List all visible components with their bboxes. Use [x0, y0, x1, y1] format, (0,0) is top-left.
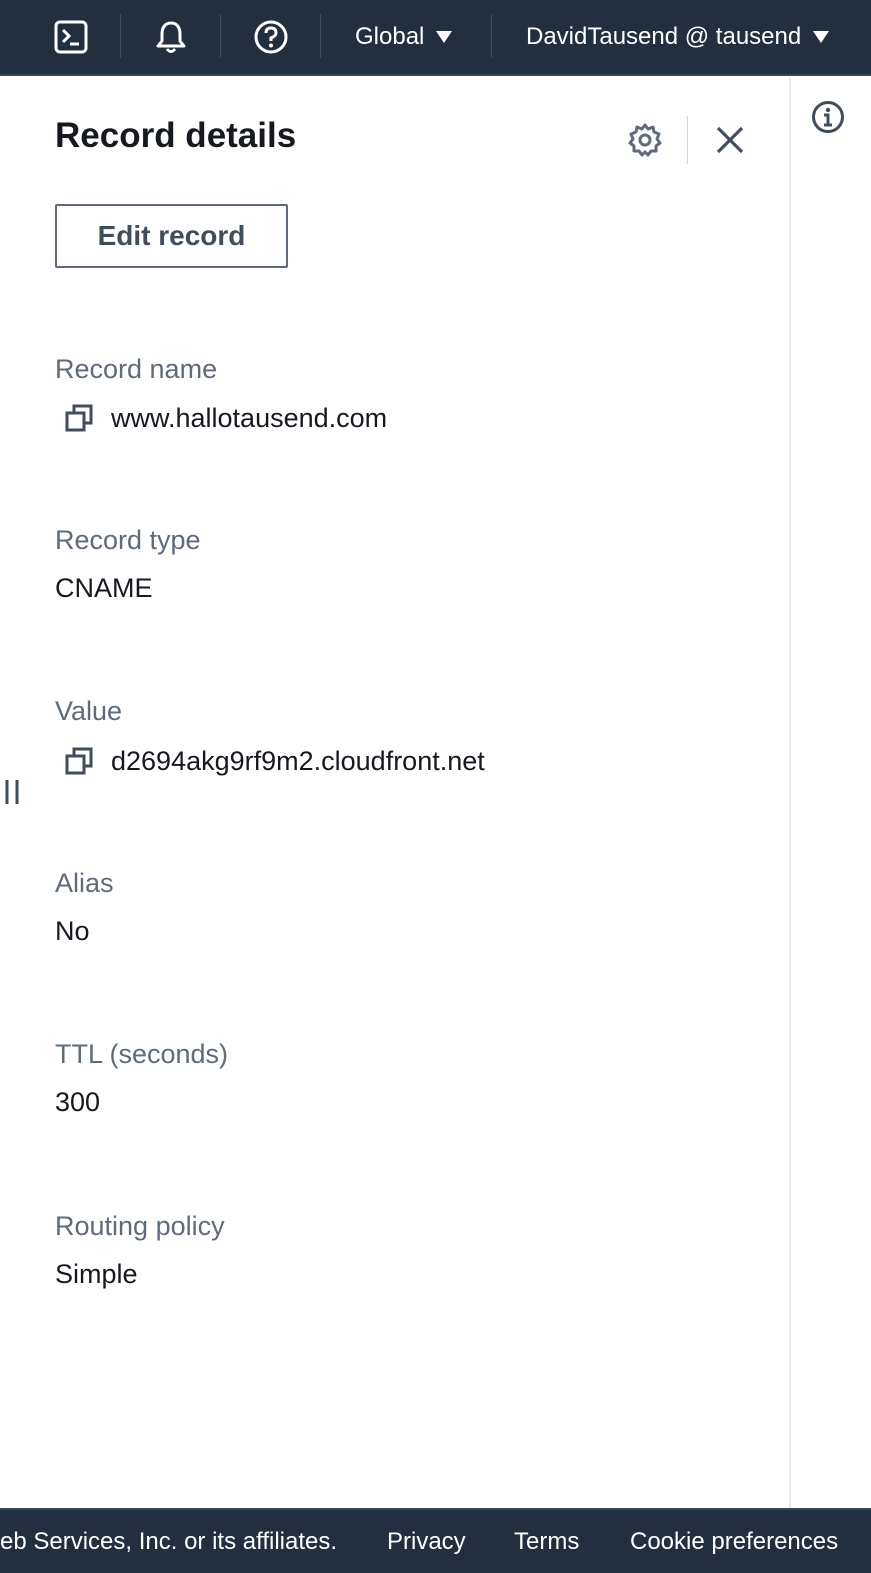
alias-label: Alias: [55, 868, 114, 898]
account-menu[interactable]: DavidTausend @ tausend: [526, 0, 830, 74]
value-label: Value: [55, 696, 123, 726]
bell-icon: [156, 21, 186, 53]
gear-icon: [628, 123, 662, 157]
info-button[interactable]: [808, 97, 848, 137]
cookie-preferences-link[interactable]: Cookie preferences: [630, 1510, 838, 1573]
panel-settings-button[interactable]: [625, 120, 665, 160]
header-divider: [687, 116, 688, 164]
edit-record-button[interactable]: Edit record: [55, 204, 288, 268]
region-label: Global: [355, 23, 425, 50]
topbar-divider: [320, 14, 321, 58]
routing-policy-label: Routing policy: [55, 1211, 225, 1241]
topbar-divider: [120, 14, 121, 58]
copy-icon[interactable]: [59, 398, 99, 438]
record-details-panel: [0, 78, 789, 1508]
record-name-label: Record name: [55, 354, 218, 384]
panel-resize-handle[interactable]: [4, 779, 20, 805]
record-name-value: www.hallotausend.com: [111, 402, 388, 433]
ttl-value: 300: [55, 1087, 101, 1117]
record-name-value-row: www.hallotausend.com: [55, 398, 387, 438]
footer: eb Services, Inc. or its affiliates. Pri…: [0, 1508, 871, 1573]
value-text: d2694akg9rf9m2.cloudfront.net: [111, 745, 485, 776]
caret-down-icon: [436, 31, 453, 43]
copy-icon[interactable]: [59, 741, 99, 781]
alias-value: No: [55, 916, 90, 946]
ttl-label: TTL (seconds): [55, 1039, 229, 1069]
help-button[interactable]: [252, 0, 290, 74]
topbar-divider: [491, 14, 492, 58]
routing-policy-value: Simple: [55, 1259, 138, 1289]
terms-link[interactable]: Terms: [514, 1510, 579, 1573]
terminal-icon: [54, 20, 88, 54]
info-icon: [812, 101, 844, 133]
privacy-link[interactable]: Privacy: [387, 1510, 466, 1573]
close-panel-button[interactable]: [710, 120, 750, 160]
record-type-value: CNAME: [55, 573, 153, 603]
top-navigation-bar: Global DavidTausend @ tausend: [0, 0, 871, 76]
question-circle-icon: [254, 20, 288, 54]
region-selector[interactable]: Global: [355, 0, 453, 74]
account-label: DavidTausend @ tausend: [526, 23, 802, 50]
record-type-label: Record type: [55, 525, 201, 555]
caret-down-icon: [813, 31, 830, 43]
close-icon: [716, 126, 744, 154]
panel-title: Record details: [55, 116, 297, 155]
drag-handle-icon: [5, 780, 19, 804]
cloudshell-button[interactable]: [52, 0, 90, 74]
copyright-text: eb Services, Inc. or its affiliates.: [0, 1527, 338, 1555]
tools-rail: [789, 78, 871, 1508]
topbar-divider: [220, 14, 221, 58]
notifications-button[interactable]: [152, 0, 190, 74]
value-row: d2694akg9rf9m2.cloudfront.net: [55, 741, 485, 781]
